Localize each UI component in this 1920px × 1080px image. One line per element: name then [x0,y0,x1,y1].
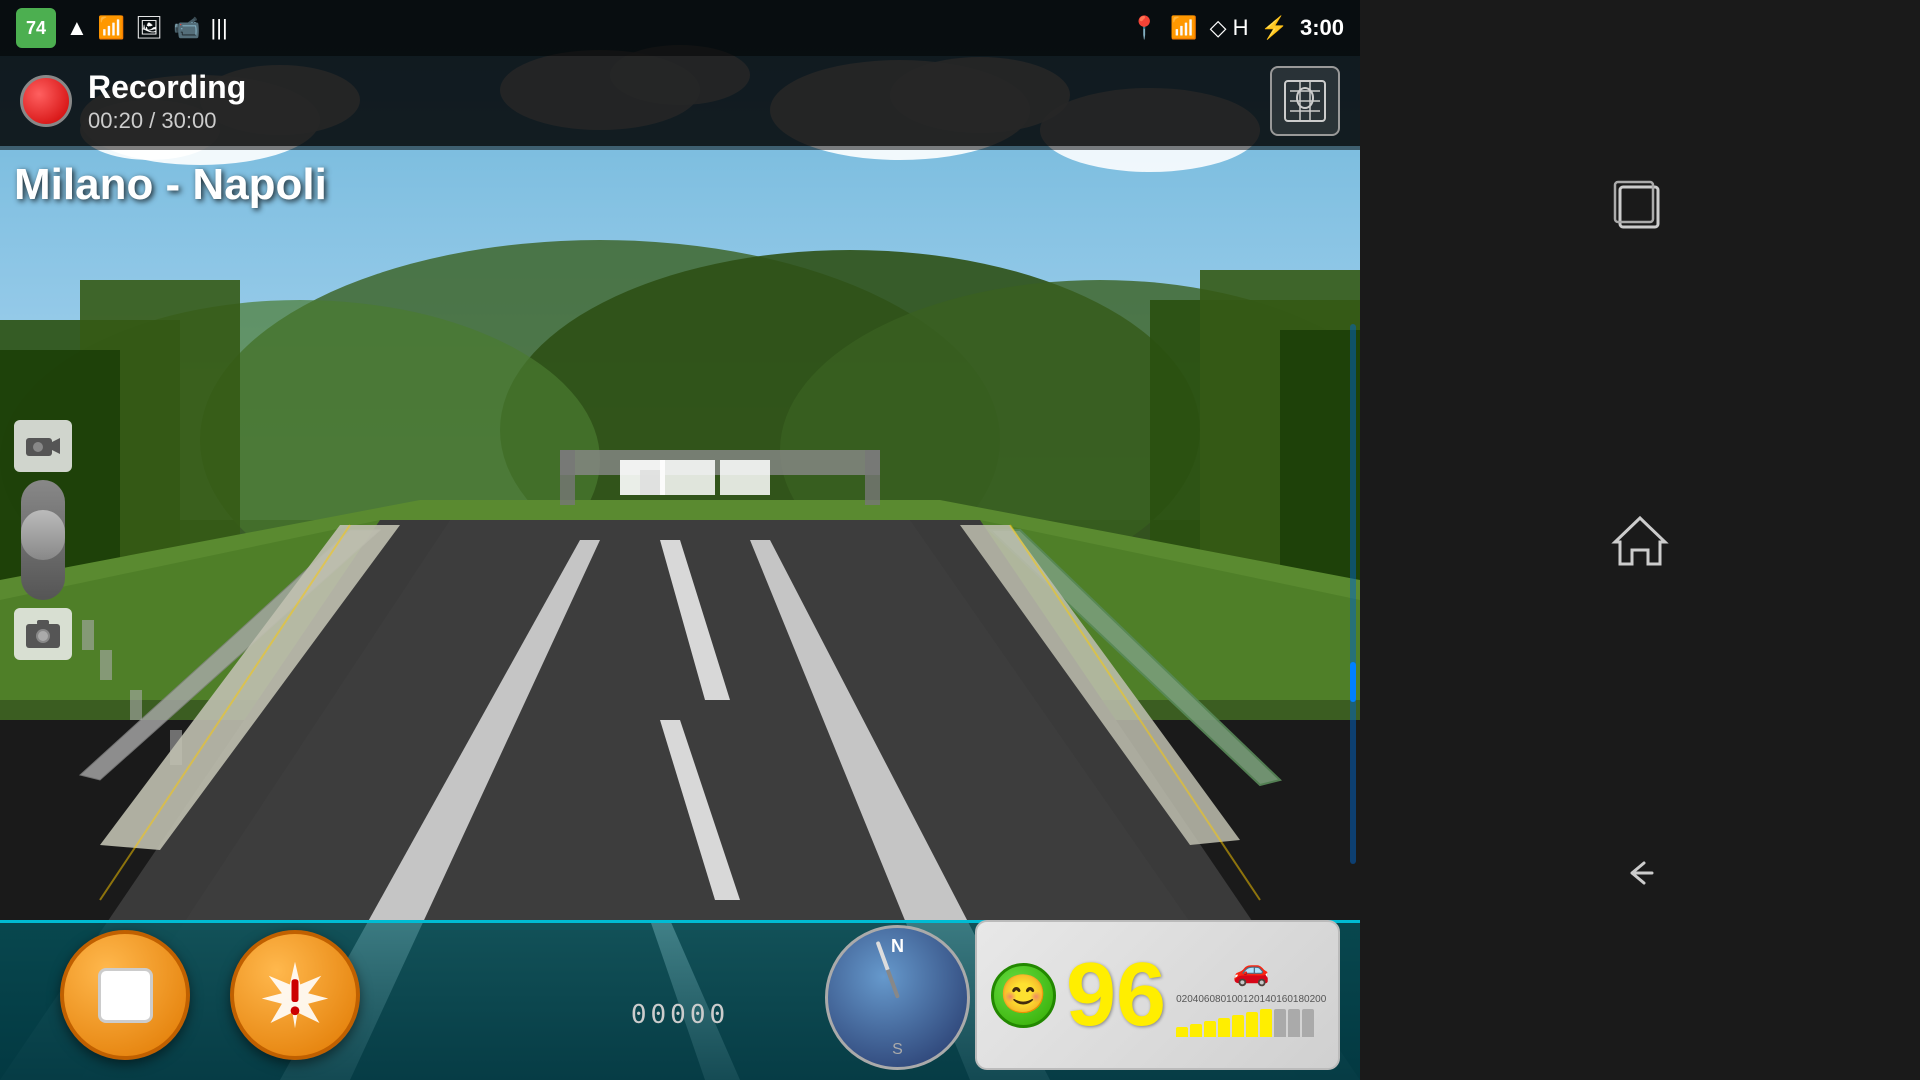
speed-labels: 020406080100120140160180200 [1176,994,1326,1005]
bar-4 [1218,1018,1230,1037]
recording-time: 00:20 / 30:00 [88,108,246,134]
home-button[interactable] [1590,500,1690,580]
camera-icon [24,430,62,462]
left-controls [14,420,72,660]
battery-icon: ⚡ [1261,15,1288,41]
signal-icon: ◇ H [1210,15,1249,41]
mood-indicator: 😊 [991,963,1056,1028]
compass: N S [825,925,970,1070]
compass-face: N S [825,925,970,1070]
notification-badge: 74 [16,8,56,48]
compass-south: S [892,1041,903,1059]
odometer: 00000 [631,1000,729,1030]
speed-panel: 😊 96 🚗 020406080100120140160180200 [975,920,1340,1070]
status-bar: 74 ▲ 📶 🖼 📹 ||| 📍 📶 ◇ H ⚡ 3:00 [0,0,1360,56]
recording-left: Recording 00:20 / 30:00 [20,69,246,134]
time-display: 3:00 [1300,15,1344,41]
bar-9 [1288,1009,1300,1037]
zoom-slider[interactable] [21,480,65,600]
speed-bars [1176,1007,1326,1037]
alert-button[interactable] [230,930,360,1060]
photo-button[interactable] [14,608,72,660]
bt-icon: 📶 [1170,15,1197,41]
status-bar-left: 74 ▲ 📶 🖼 📹 ||| [16,8,228,48]
map-icon [1280,76,1330,126]
route-label: Milano - Napoli [14,160,327,210]
stop-icon [98,968,153,1023]
bar-5 [1232,1015,1244,1037]
compass-north: N [891,936,904,957]
bar-8 [1274,1009,1286,1037]
nav-bar [1360,0,1920,1080]
speed-right: 🚗 020406080100120140160180200 [1176,953,1326,1037]
map-button[interactable] [1270,66,1340,136]
speed-bar-container: 020406080100120140160180200 [1176,994,1326,1037]
location-icon: 📍 [1131,15,1158,41]
navigation-icon: ▲ [66,15,88,41]
stop-button[interactable] [60,930,190,1060]
scroll-thumb [1350,662,1356,702]
bar-3 [1204,1021,1216,1037]
car-icon: 🚗 [1233,953,1270,988]
recording-label: Recording [88,69,246,106]
bar-6 [1246,1012,1258,1037]
recents-button[interactable] [1590,167,1690,247]
bar-10 [1302,1009,1314,1037]
recording-header: Recording 00:20 / 30:00 [0,56,1360,146]
camera-toggle[interactable] [14,420,72,472]
photo-icon [24,616,62,652]
bars-icon: ||| [211,15,228,41]
speed-value: 96 [1066,950,1166,1040]
app-area: 74 ▲ 📶 🖼 📹 ||| 📍 📶 ◇ H ⚡ 3:00 Recording … [0,0,1360,1080]
video-icon: 📹 [173,15,200,41]
back-button[interactable] [1590,833,1690,913]
bar-7 [1260,1009,1272,1037]
alert-icon [260,960,330,1030]
status-bar-right: 📍 📶 ◇ H ⚡ 3:00 [1131,15,1344,41]
bluetooth-icon: 📶 [98,15,125,41]
scroll-indicator [1350,324,1356,864]
bottom-bar: 00000 N S 😊 96 🚗 02040608010012014016018… [0,910,1360,1080]
recording-info: Recording 00:20 / 30:00 [88,69,246,134]
slider-thumb [21,510,65,560]
bar-1 [1176,1027,1188,1037]
bar-2 [1190,1024,1202,1037]
photo-icon: 🖼 [135,15,163,41]
record-indicator [20,75,72,127]
